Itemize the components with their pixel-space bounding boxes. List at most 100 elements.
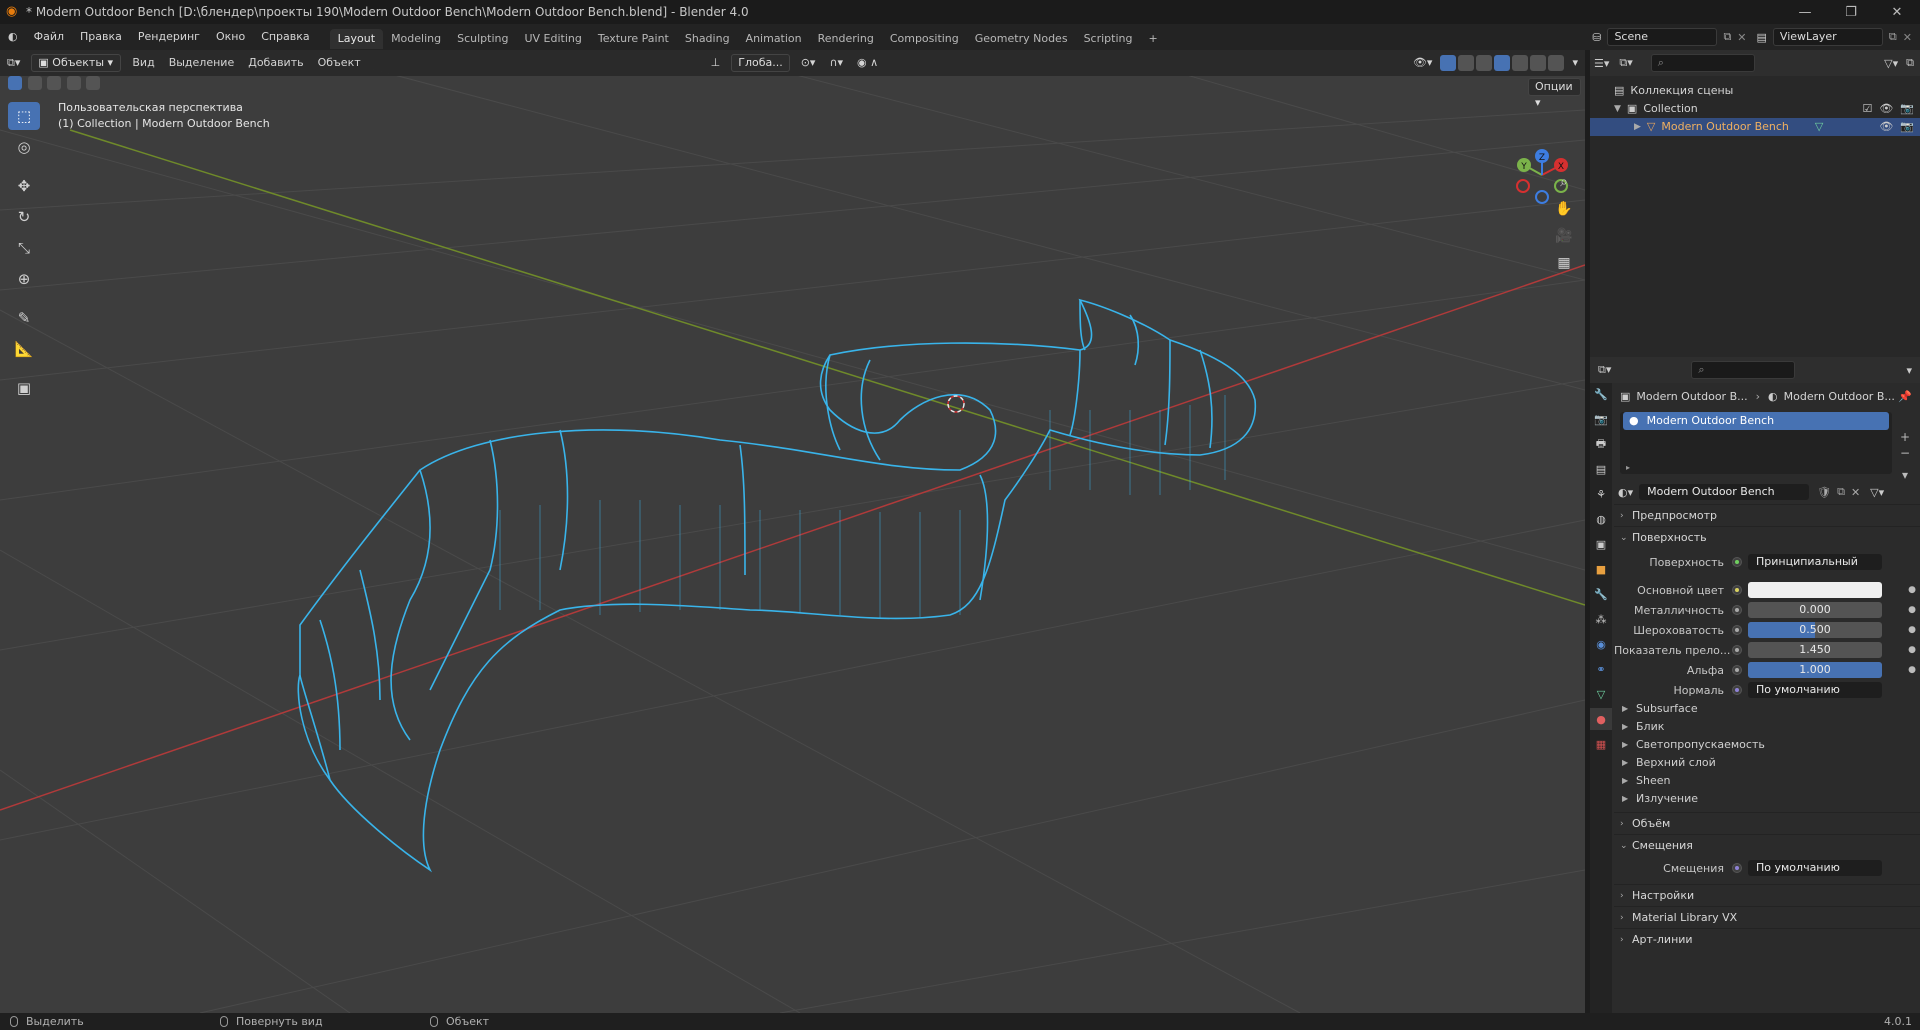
scene-selector[interactable]: Scene <box>1607 28 1718 46</box>
exclude-checkbox-icon[interactable]: ☑ <box>1862 102 1872 115</box>
surface-shader-field[interactable]: Принципиальный BSDF <box>1748 554 1882 570</box>
displacement-field[interactable]: По умолчанию <box>1748 860 1882 876</box>
tab-compositing[interactable]: Compositing <box>882 29 967 49</box>
render-camera-icon[interactable]: 📷 <box>1900 102 1914 115</box>
filter-icon[interactable]: ▽▾ <box>1884 57 1898 70</box>
menu-select[interactable]: Выделение <box>162 50 242 76</box>
properties-search-input[interactable]: ⌕ <box>1691 361 1796 379</box>
subpanel-emission[interactable]: ▶ Излучение <box>1614 790 1920 808</box>
3d-viewport[interactable]: X Y Z ⧉▾ ▣ Объекты ▾ Вид Выделение Добав… <box>0 50 1585 1013</box>
base-color-swatch[interactable] <box>1748 582 1882 598</box>
float-socket-icon[interactable] <box>1732 645 1742 655</box>
section-material-library[interactable]: › Material Library VX <box>1614 906 1920 928</box>
display-mode-icon[interactable]: ⧉▾ <box>1619 56 1632 70</box>
menu-add[interactable]: Добавить <box>241 50 310 76</box>
properties-options-icon[interactable]: ▾ <box>1906 364 1912 377</box>
tab-scripting[interactable]: Scripting <box>1076 29 1141 49</box>
select-intersect-icon[interactable] <box>86 76 100 90</box>
metallic-slider[interactable]: 0.000 <box>1748 602 1882 618</box>
mode-selector[interactable]: ▣ Объекты ▾ <box>31 54 122 72</box>
outliner-search-input[interactable]: ⌕ <box>1650 54 1755 72</box>
collection-tab-icon[interactable]: ▣ <box>1590 533 1612 555</box>
render-tab-icon[interactable]: 📷 <box>1590 408 1612 430</box>
transform-tool-icon[interactable]: ⊕ <box>8 265 40 293</box>
menu-render[interactable]: Рендеринг <box>130 24 208 50</box>
visibility-eye-icon[interactable]: 👁 <box>1879 120 1893 133</box>
select-invert-icon[interactable] <box>66 76 81 90</box>
material-shading-icon[interactable] <box>1530 55 1547 71</box>
subpanel-sheen[interactable]: ▶ Sheen <box>1614 772 1920 790</box>
move-tool-icon[interactable]: ✥ <box>8 172 40 200</box>
keyframe-dot-icon[interactable]: ● <box>1908 605 1916 615</box>
outliner-scene-collection[interactable]: ▤ Коллекция сцены <box>1590 82 1920 100</box>
physics-tab-icon[interactable]: ◉ <box>1590 633 1612 655</box>
float-socket-icon[interactable] <box>1732 625 1742 635</box>
solid-shading-icon[interactable] <box>1512 55 1529 71</box>
material-slot-item[interactable]: ● Modern Outdoor Bench <box>1623 412 1889 430</box>
tab-rendering[interactable]: Rendering <box>810 29 882 49</box>
world-tab-icon[interactable]: ◍ <box>1590 508 1612 530</box>
transform-orientation-selector[interactable]: Глоба... <box>731 54 790 72</box>
outliner-editor-type-icon[interactable]: ☰▾ <box>1594 57 1609 70</box>
outliner-collection[interactable]: ▼ ▣ Collection ☑ 👁 📷 <box>1590 100 1920 118</box>
scene-tab-icon[interactable]: ⚘ <box>1590 483 1612 505</box>
menu-window[interactable]: Окно <box>208 24 253 50</box>
texture-tab-icon[interactable]: ▦ <box>1590 733 1612 755</box>
camera-view-icon[interactable]: 🎥 <box>1552 224 1576 248</box>
object-tab-icon[interactable]: ■ <box>1590 558 1612 580</box>
rotate-tool-icon[interactable]: ↻ <box>8 203 40 231</box>
expand-arrow-icon[interactable]: ▼ <box>1614 100 1621 118</box>
modifiers-tab-icon[interactable]: 🔧 <box>1590 583 1612 605</box>
select-subtract-icon[interactable] <box>47 76 61 90</box>
editor-type-icon[interactable]: ⧉▾ <box>0 50 27 76</box>
subpanel-transmission[interactable]: ▶ Светопропускаемость <box>1614 736 1920 754</box>
select-extend-icon[interactable] <box>27 76 42 90</box>
vector-socket-icon[interactable] <box>1732 863 1742 873</box>
add-workspace-button[interactable]: + <box>1140 29 1165 49</box>
data-tab-icon[interactable]: ▽ <box>1590 683 1612 705</box>
section-line-art[interactable]: › Арт-линии <box>1614 928 1920 950</box>
alpha-slider[interactable]: 1.000 <box>1748 662 1882 678</box>
properties-editor-type-icon[interactable]: ⧉▾ <box>1598 363 1611 377</box>
subpanel-subsurface[interactable]: ▶ Subsurface <box>1614 700 1920 718</box>
new-view-layer-icon[interactable]: ⧉ <box>1889 30 1897 44</box>
material-browse-icon[interactable]: ◐▾ <box>1618 486 1633 499</box>
menu-object[interactable]: Объект <box>311 50 368 76</box>
proportional-edit-icon[interactable]: ◉ ∧ <box>850 50 885 76</box>
measure-tool-icon[interactable]: 📐 <box>8 335 40 363</box>
vector-socket-icon[interactable] <box>1732 685 1742 695</box>
material-slot-list[interactable]: ● Modern Outdoor Bench ▸ <box>1620 412 1892 474</box>
float-socket-icon[interactable] <box>1732 605 1742 615</box>
subpanel-specular[interactable]: ▶ Блик <box>1614 718 1920 736</box>
list-resize-icon[interactable]: ▸ <box>1626 463 1630 472</box>
keyframe-dot-icon[interactable]: ● <box>1908 585 1916 595</box>
link-mode-icon[interactable]: ▽▾ <box>1870 486 1884 499</box>
minimize-button[interactable]: — <box>1782 5 1828 20</box>
section-displacement[interactable]: ⌄ Смещения <box>1614 834 1920 856</box>
section-settings[interactable]: › Настройки <box>1614 884 1920 906</box>
remove-scene-icon[interactable]: ✕ <box>1737 31 1746 44</box>
menu-edit[interactable]: Правка <box>72 24 130 50</box>
keyframe-dot-icon[interactable]: ● <box>1908 645 1916 655</box>
color-socket-icon[interactable] <box>1732 585 1742 595</box>
section-preview[interactable]: › Предпросмотр <box>1614 504 1920 526</box>
ior-field[interactable]: 1.450 <box>1748 642 1882 658</box>
annotate-tool-icon[interactable]: ✎ <box>8 304 40 332</box>
new-scene-icon[interactable]: ⧉ <box>1723 30 1731 44</box>
material-tab-icon[interactable]: ● <box>1590 708 1612 730</box>
keyframe-dot-icon[interactable]: ● <box>1908 665 1916 675</box>
section-surface[interactable]: ⌄ Поверхность <box>1614 526 1920 548</box>
scale-tool-icon[interactable]: ⤡ <box>8 234 40 262</box>
menu-view[interactable]: Вид <box>125 50 161 76</box>
rendered-shading-icon[interactable] <box>1548 55 1565 71</box>
remove-material-slot-button[interactable]: − <box>1896 445 1914 461</box>
maximize-button[interactable]: ❐ <box>1828 5 1874 20</box>
material-name-field[interactable]: Modern Outdoor Bench <box>1639 484 1810 500</box>
new-collection-icon[interactable]: ⧉ <box>1906 56 1914 70</box>
view-layer-icon[interactable]: ▤ <box>1757 31 1767 44</box>
visibility-icon[interactable]: 👁▾ <box>1406 50 1440 76</box>
perspective-toggle-icon[interactable]: ▦ <box>1552 251 1576 275</box>
overlay-toggle-icon[interactable] <box>1458 55 1475 71</box>
pan-hand-icon[interactable]: ✋ <box>1552 197 1576 221</box>
pin-icon[interactable]: 📌 <box>1898 390 1912 403</box>
